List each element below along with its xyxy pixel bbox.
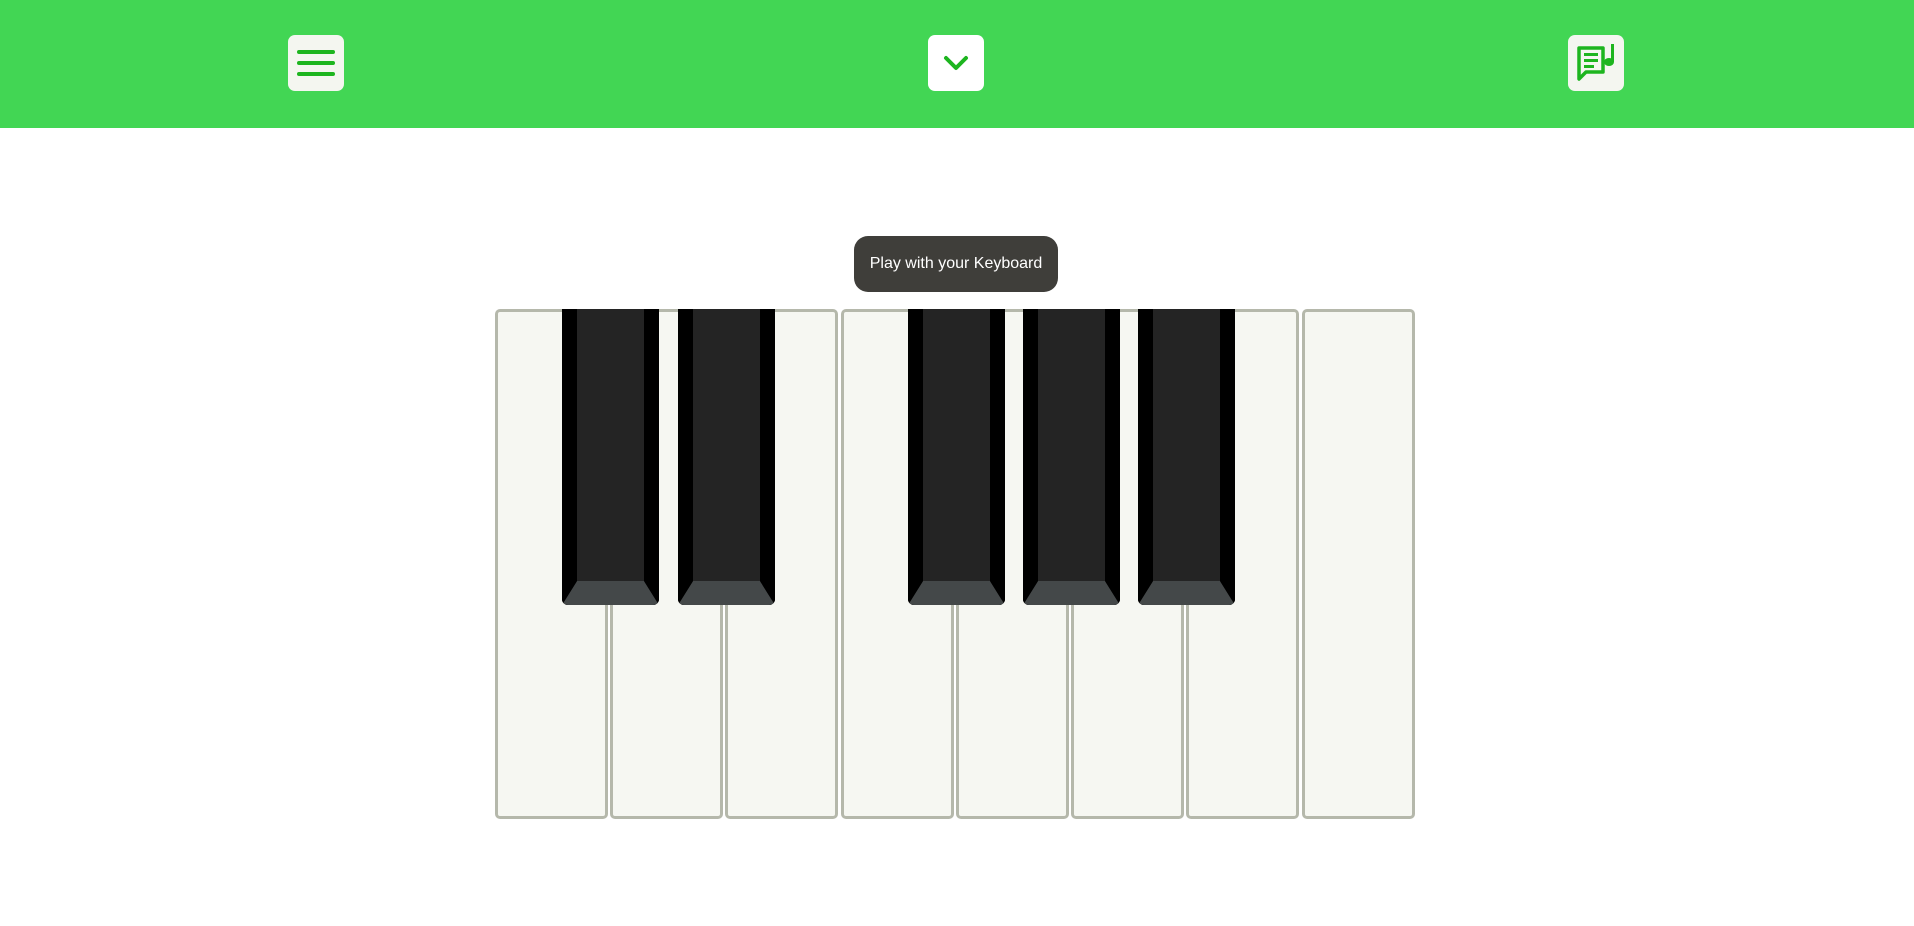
music-notes-chat-icon [1577,44,1614,81]
black-key-2[interactable] [678,309,775,605]
top-toolbar [0,0,1914,128]
tooltip-text: Play with your Keyboard [869,255,1043,272]
menu-button[interactable] [288,35,344,91]
black-key-1[interactable] [562,309,659,605]
chevron-down-icon [944,56,968,70]
piano-keyboard [495,309,1417,819]
black-key-5[interactable] [1138,309,1235,605]
hamburger-menu-icon [297,50,335,76]
songs-button[interactable] [1568,35,1624,91]
black-key-4[interactable] [1023,309,1120,605]
keyboard-hint-tooltip: Play with your Keyboard [854,236,1058,292]
black-key-3[interactable] [908,309,1005,605]
white-key-8[interactable] [1302,309,1415,819]
dropdown-button[interactable] [928,35,984,91]
